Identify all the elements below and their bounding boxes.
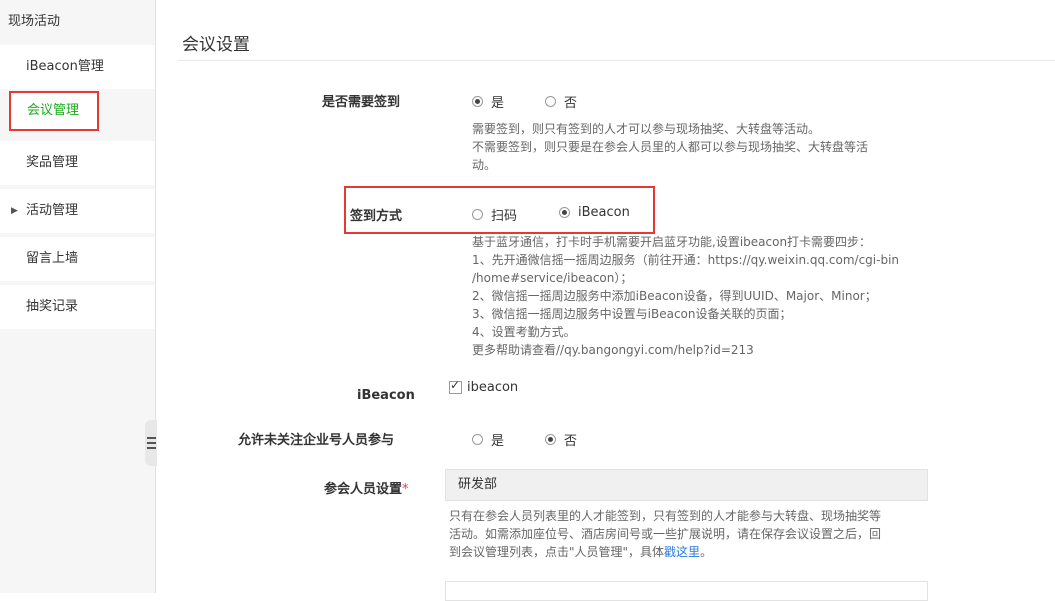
page-title: 会议设置 — [182, 35, 250, 55]
signin-method-scan-radio[interactable]: 扫码 — [472, 205, 517, 224]
help-line: 2、微信摇一摇周边服务中添加iBeacon设备，得到UUID、Major、Min… — [472, 289, 877, 303]
ibeacon-checkbox[interactable]: ibeacon — [449, 378, 519, 395]
signin-required-label: 是否需要签到 — [322, 95, 401, 110]
radio-label: 是 — [491, 434, 505, 449]
ibeacon-label: iBeacon — [357, 388, 415, 403]
signin-method-label: 签到方式 — [350, 209, 403, 224]
help-text: 到会议管理列表，点击"人员管理"，具体 — [449, 545, 665, 559]
radio-checked-icon — [545, 434, 556, 445]
sidebar-item-label: 活动管理 — [26, 203, 79, 218]
sidebar-item-message-wall[interactable]: 留言上墙 — [0, 237, 155, 281]
help-line: 到会议管理列表，点击"人员管理"，具体戳这里。 — [449, 543, 881, 561]
help-line: 更多帮助请查看//qy.bangongyi.com/help?id=213 — [472, 343, 754, 357]
attendees-help: 只有在参会人员列表里的人才能签到，只有签到的人才能参与大转盘、现场抽奖等 活动。… — [449, 507, 881, 561]
help-line: 活动。如需添加座位号、酒店房间号或一些扩展说明，请在保存会议设置之后，回 — [449, 527, 882, 541]
sidebar: 现场活动 iBeacon管理 会议管理 奖品管理 ▶ 活动管理 留言上墙 抽奖记… — [0, 0, 156, 593]
radio-label: 否 — [564, 96, 578, 111]
help-line: 基于蓝牙通信，打卡时手机需要开启蓝牙功能,设置ibeacon打卡需要四步： — [472, 235, 872, 249]
radio-unchecked-icon — [472, 209, 483, 220]
title-divider — [178, 60, 1055, 61]
sidebar-item-prize-manage[interactable]: 奖品管理 — [0, 141, 155, 185]
sidebar-item-label: 奖品管理 — [26, 155, 79, 170]
checkbox-checked-icon — [449, 378, 462, 394]
radio-checked-icon — [559, 207, 570, 218]
sidebar-item-ibeacon-manage[interactable]: iBeacon管理 — [0, 45, 155, 89]
radio-unchecked-icon — [545, 96, 556, 107]
signin-required-yes-radio[interactable]: 是 — [472, 92, 504, 111]
help-line: /home#service/ibeacon）； — [472, 271, 633, 285]
help-text: 。 — [700, 545, 713, 559]
radio-label: 是 — [491, 96, 505, 111]
menu-icon — [147, 437, 156, 449]
sidebar-collapse-toggle[interactable] — [145, 420, 157, 466]
sidebar-item-activity-manage[interactable]: ▶ 活动管理 — [0, 189, 155, 233]
caret-right-icon: ▶ — [11, 206, 18, 216]
signin-method-help: 基于蓝牙通信，打卡时手机需要开启蓝牙功能,设置ibeacon打卡需要四步： 1、… — [472, 233, 899, 359]
allow-unfollowed-label: 允许未关注企业号人员参与 — [238, 433, 395, 448]
radio-label: iBeacon — [578, 205, 630, 220]
allow-unfollowed-yes-radio[interactable]: 是 — [472, 430, 504, 449]
help-line: 4、设置考勤方式。 — [472, 325, 576, 339]
signin-required-no-radio[interactable]: 否 — [545, 92, 577, 111]
sidebar-item-label: 留言上墙 — [26, 251, 79, 266]
next-field-box[interactable] — [445, 581, 928, 601]
attendees-select[interactable]: 研发部 — [445, 469, 928, 501]
radio-label: 否 — [564, 434, 578, 449]
sidebar-item-label: 抽奖记录 — [26, 299, 79, 314]
help-line: 1、先开通微信摇一摇周边服务（前往开通：https://qy.weixin.qq… — [472, 253, 900, 267]
attendees-label-text: 参会人员设置 — [324, 482, 403, 497]
radio-label: 扫码 — [491, 209, 518, 224]
attendees-label: 参会人员设置* — [324, 478, 409, 497]
help-line: 需要签到，则只有签到的人才可以参与现场抽奖、大转盘等活动。 — [472, 122, 821, 136]
help-line: 不需要签到，则只要是在参会人员里的人都可以参与现场抽奖、大转盘等活 — [472, 140, 869, 154]
sidebar-title: 现场活动 — [8, 14, 61, 29]
sidebar-item-lottery-records[interactable]: 抽奖记录 — [0, 285, 155, 329]
sidebar-item-label: iBeacon管理 — [26, 59, 104, 74]
main-content: 会议设置 是否需要签到 是 否 需要签到，则只有签到的人才可以参与现场抽奖、大转… — [158, 0, 1055, 601]
sidebar-item-label: 会议管理 — [27, 103, 80, 118]
sidebar-item-meeting-manage[interactable]: 会议管理 — [9, 91, 99, 131]
allow-unfollowed-no-radio[interactable]: 否 — [545, 430, 577, 449]
signin-required-help: 需要签到，则只有签到的人才可以参与现场抽奖、大转盘等活动。 不需要签到，则只要是… — [472, 120, 868, 174]
help-line: 3、微信摇一摇周边服务中设置与iBeacon设备关联的页面； — [472, 307, 792, 321]
checkbox-label: ibeacon — [467, 380, 519, 395]
help-line: 只有在参会人员列表里的人才能签到，只有签到的人才能参与大转盘、现场抽奖等 — [449, 509, 882, 523]
required-mark: * — [402, 482, 409, 497]
signin-method-ibeacon-radio[interactable]: iBeacon — [559, 205, 630, 220]
radio-unchecked-icon — [472, 434, 483, 445]
help-link[interactable]: 戳这里 — [664, 545, 700, 559]
help-line: 动。 — [472, 158, 497, 172]
radio-checked-icon — [472, 96, 483, 107]
